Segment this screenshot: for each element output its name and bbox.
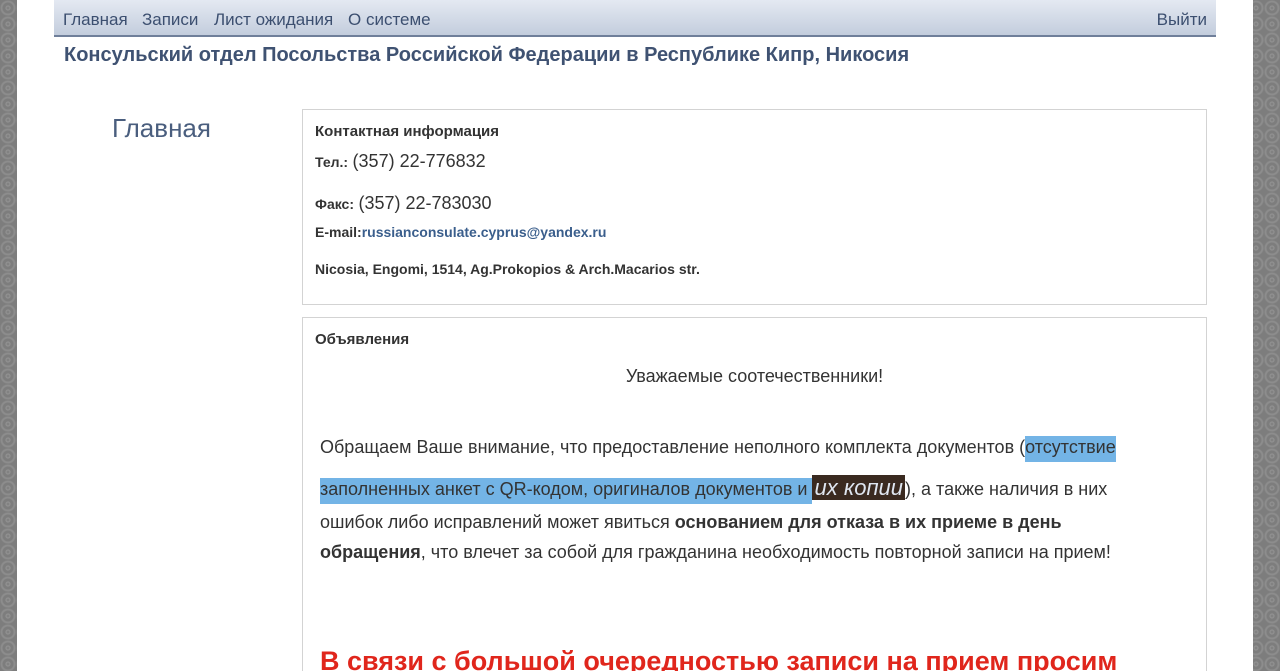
nav-home[interactable]: Главная <box>63 10 128 30</box>
notice-text: , что влечет за собой для гражданина нео… <box>420 542 1111 562</box>
queue-warning: В связи с большой очередностью записи на… <box>320 646 1118 671</box>
nav-waitlist[interactable]: Лист ожидания <box>214 10 333 30</box>
notice-line: ошибок либо исправлений может явиться ос… <box>320 512 1062 533</box>
address-text: Nicosia, Engomi, 1514, Ag.Prokopios & Ar… <box>315 261 700 277</box>
email-row: E-mail:russianconsulate.cyprus@yandex.ru <box>315 224 606 242</box>
navbar: Главная Записи Лист ожидания О системе В… <box>54 0 1216 37</box>
notice-bold-text: основанием для отказа в их приеме в день <box>674 512 1062 532</box>
highlighted-copies-text: их копии <box>812 475 906 500</box>
site-title: Консульский отдел Посольства Российской … <box>64 44 910 66</box>
notice-text: Обращаем Ваше внимание, что предоставлен… <box>320 437 1026 457</box>
page: Главная Записи Лист ожидания О системе В… <box>17 0 1253 671</box>
nav-records[interactable]: Записи <box>142 10 198 30</box>
email-link[interactable]: russianconsulate.cyprus@yandex.ru <box>362 224 607 240</box>
address-row: Nicosia, Engomi, 1514, Ag.Prokopios & Ar… <box>315 261 700 279</box>
phone-row: Тел.: (357) 22-776832 <box>315 151 486 172</box>
notice-line: заполненных анкет с QR-кодом, оригиналов… <box>320 475 1108 504</box>
email-label: E-mail: <box>315 224 362 240</box>
nav-about[interactable]: О системе <box>348 10 431 30</box>
phone-value: (357) 22-776832 <box>352 151 486 171</box>
page-title: Главная <box>112 113 211 143</box>
notice-text: ошибок либо исправлений может явиться <box>320 512 675 532</box>
notice-line: обращения, что влечет за собой для гражд… <box>320 542 1111 563</box>
fax-value: (357) 22-783030 <box>358 193 492 213</box>
greeting-text: Уважаемые соотечественники! <box>625 366 884 386</box>
fax-label: Факс: <box>315 196 355 212</box>
highlighted-text: отсутствие <box>1025 436 1116 462</box>
highlighted-text: заполненных анкет с QR-кодом, оригиналов… <box>320 478 813 504</box>
notice-line: Обращаем Ваше внимание, что предоставлен… <box>320 436 1116 462</box>
announcements-heading: Объявления <box>315 331 410 348</box>
contact-panel: Контактная информация Тел.: (357) 22-776… <box>302 109 1207 305</box>
fax-row: Факс: (357) 22-783030 <box>315 193 492 214</box>
contact-heading: Контактная информация <box>315 123 500 140</box>
notice-bold-text: обращения <box>320 542 421 562</box>
logout-link[interactable]: Выйти <box>1157 10 1207 30</box>
phone-label: Тел.: <box>315 154 349 170</box>
announcements-panel: Объявления Уважаемые соотечественники! О… <box>302 317 1207 671</box>
notice-text: ), а также наличия в них <box>905 479 1108 499</box>
